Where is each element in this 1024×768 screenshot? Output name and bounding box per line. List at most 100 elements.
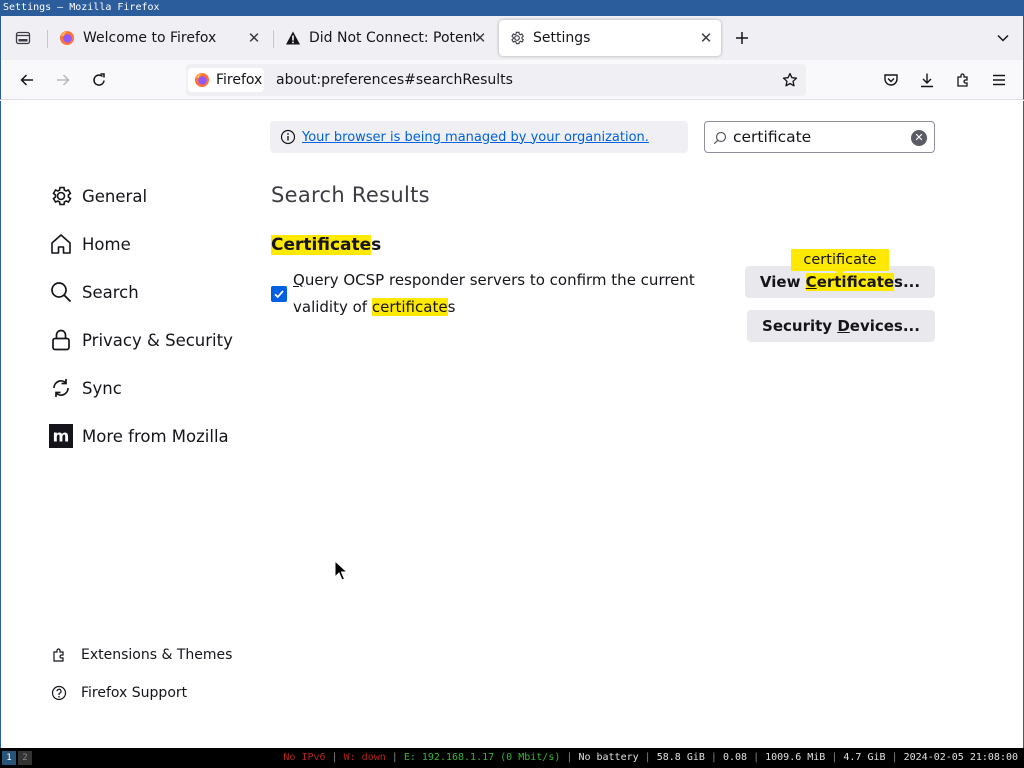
firefox-logo-icon [59, 30, 75, 46]
sidebar-footer-label: Extensions & Themes [81, 647, 233, 663]
status-segment: 1009.6 MiB [765, 752, 826, 763]
reload-button[interactable] [87, 68, 111, 92]
identity-label: Firefox [216, 72, 263, 88]
workspace-button[interactable]: 1 [2, 751, 16, 765]
status-segment: 58.8 GiB [656, 752, 705, 763]
svg-text:m: m [53, 427, 70, 446]
status-separator: | [385, 752, 404, 763]
accesskey: D [837, 317, 850, 335]
sidebar-footer-firefox-support[interactable]: Firefox Support [51, 681, 187, 705]
system-status-bar: 1 2 No IPv6 | W: down | E: 192.168.1.17 … [0, 748, 1024, 768]
back-arrow-icon [20, 74, 33, 86]
sidebar-item-more-from-mozilla[interactable]: m More from Mozilla [49, 420, 229, 452]
status-segment: 2024-02-05 21:08:00 [903, 752, 1018, 763]
hamburger-menu-icon [993, 74, 1005, 86]
downloads-button[interactable] [915, 68, 939, 92]
managed-by-organization-link[interactable]: Your browser is being managed by your or… [302, 130, 649, 145]
security-devices-button[interactable]: Security Devices... [747, 310, 935, 342]
certificates-group-title: Certificates [271, 235, 381, 255]
button-label-suffix: evices... [849, 317, 920, 335]
mozilla-icon: m [49, 424, 73, 448]
sidebar-item-sync[interactable]: Sync [49, 372, 122, 404]
status-segment: 0.08 [722, 752, 748, 763]
tab-did-not-connect[interactable]: Did Not Connect: Potenti ✕ [275, 20, 495, 56]
search-input[interactable] [733, 125, 903, 149]
sidebar-footer-extensions-themes[interactable]: Extensions & Themes [51, 643, 232, 667]
app-menu-button[interactable] [987, 68, 1011, 92]
ocsp-label[interactable]: Query OCSP responder servers to confirm … [293, 267, 713, 321]
tab-label: Welcome to Firefox [83, 30, 217, 46]
puzzle-icon [957, 73, 968, 87]
gear-icon [509, 30, 525, 46]
accesskey: C [805, 273, 817, 291]
workspace-button[interactable]: 2 [18, 751, 32, 765]
status-separator: | [885, 752, 904, 763]
close-icon[interactable]: ✕ [697, 29, 715, 47]
sidebar-item-general[interactable]: General [49, 180, 147, 212]
highlight-rest: ertificate [816, 273, 895, 291]
gear-icon [49, 184, 73, 208]
firefox-view-button[interactable] [11, 26, 35, 50]
tab-welcome[interactable]: Welcome to Firefox ✕ [49, 20, 269, 56]
lock-icon [49, 328, 73, 352]
list-all-tabs-button[interactable] [991, 26, 1015, 50]
search-highlight: Certificate [805, 273, 895, 291]
accesskey: Q [293, 271, 305, 289]
tab-strip: Welcome to Firefox ✕ Did Not Connect: Po… [0, 16, 1024, 60]
button-label-prefix: View [759, 273, 801, 291]
url-bar[interactable]: Firefox about:preferences#searchResults [186, 64, 806, 96]
window-title: Settings — Mozilla Firefox [0, 0, 1024, 16]
sidebar-item-privacy-security[interactable]: Privacy & Security [49, 324, 233, 356]
policies-notice: Your browser is being managed by your or… [270, 121, 688, 153]
plus-icon [736, 32, 748, 44]
star-icon [782, 72, 798, 87]
button-label-prefix: Security [762, 317, 833, 335]
status-separator: | [825, 752, 844, 763]
sidebar-item-home[interactable]: Home [49, 228, 131, 260]
sidebar-item-label: More from Mozilla [82, 426, 229, 446]
info-icon [280, 129, 296, 145]
status-separator: | [638, 752, 657, 763]
preferences-search-box[interactable]: ✕ [704, 121, 935, 153]
home-icon [49, 232, 73, 256]
identity-box[interactable]: Firefox [188, 68, 264, 92]
page-title: Search Results [271, 183, 430, 207]
sidebar-item-label: Search [82, 282, 139, 302]
firefox-view-icon [15, 31, 31, 45]
ocsp-checkbox[interactable] [271, 286, 287, 302]
forward-arrow-icon [57, 74, 70, 86]
status-segment: No IPv6 [283, 752, 326, 763]
help-icon [51, 685, 67, 701]
download-icon [921, 73, 933, 88]
status-segment: E: 192.168.1.17 (0 Mbit/s) [403, 752, 561, 763]
extensions-button[interactable] [951, 68, 975, 92]
status-separator: | [325, 752, 344, 763]
status-separator: | [747, 752, 766, 763]
close-icon[interactable]: ✕ [245, 29, 263, 47]
bookmark-star-button[interactable] [778, 68, 802, 92]
firefox-logo-icon [194, 72, 210, 88]
forward-button[interactable] [51, 68, 75, 92]
search-highlight: certificate [371, 298, 448, 316]
status-separator: | [704, 752, 723, 763]
status-separator: | [560, 752, 579, 763]
status-segment: W: down [343, 752, 386, 763]
status-segment: 4.7 GiB [843, 752, 886, 763]
sidebar-item-label: Sync [82, 378, 122, 398]
ocsp-label-end: s [447, 298, 456, 316]
sidebar-item-search[interactable]: Search [49, 276, 139, 308]
sidebar-item-label: Privacy & Security [82, 330, 233, 350]
close-icon[interactable]: ✕ [471, 29, 489, 47]
clear-search-icon[interactable]: ✕ [911, 130, 927, 146]
search-icon [713, 130, 727, 149]
sidebar-footer-label: Firefox Support [81, 685, 188, 701]
url-text[interactable]: about:preferences#searchResults [276, 64, 513, 96]
sync-icon [49, 376, 73, 400]
pocket-button[interactable] [879, 68, 903, 92]
new-tab-button[interactable] [730, 26, 754, 50]
search-match-tooltip: certificate [791, 249, 889, 276]
tab-settings[interactable]: Settings ✕ [499, 20, 721, 56]
status-segment: No battery [578, 752, 639, 763]
back-button[interactable] [15, 68, 39, 92]
search-highlight: Certificate [271, 235, 372, 255]
